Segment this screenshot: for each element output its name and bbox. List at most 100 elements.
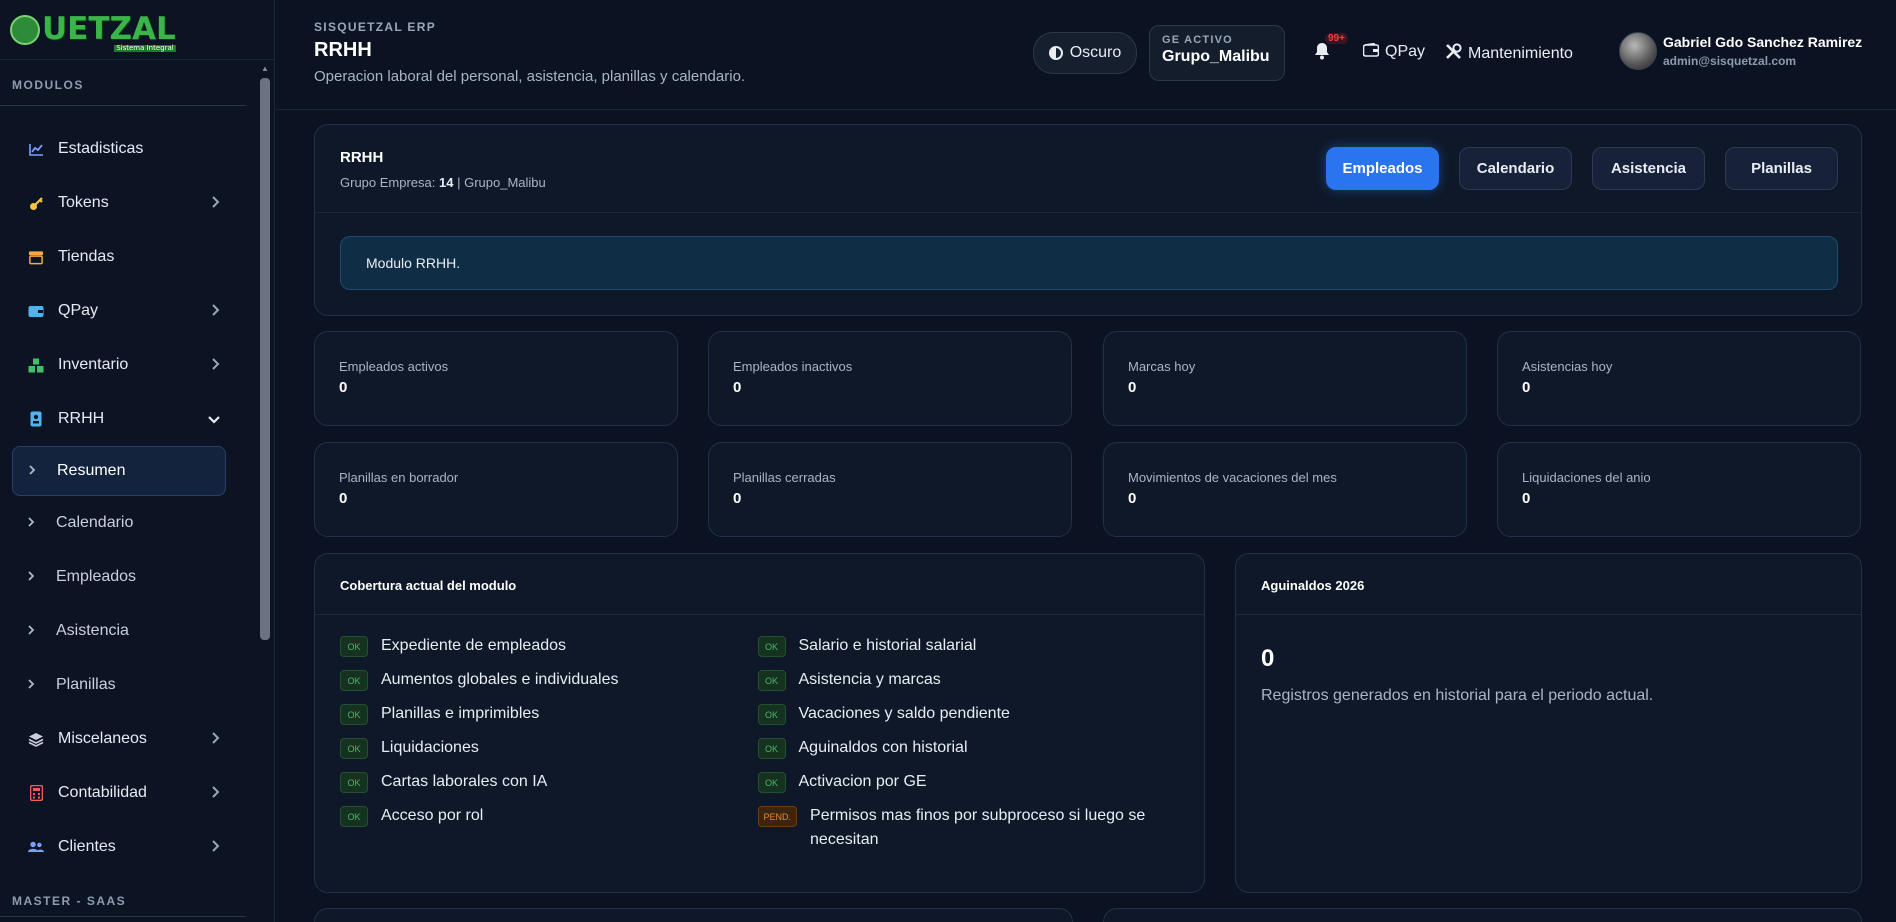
chevron-right-icon (212, 839, 220, 855)
sidebar-item-miscelaneos[interactable]: Miscelaneos (0, 712, 258, 766)
stat-value: 0 (339, 379, 348, 396)
top-header: SISQUETZAL ERP RRHH Operacion laboral de… (276, 0, 1896, 110)
stat-value: 0 (733, 379, 742, 396)
sidebar-menu: MODULOS Estadisticas Tokens Tiendas QPay Inv… (0, 60, 258, 922)
qpay-link[interactable]: QPay (1362, 42, 1425, 61)
coverage-item-text: Expediente de empleados (381, 637, 567, 654)
sidebar-subitem-label: Asistencia (56, 622, 129, 639)
stat-value: 0 (733, 490, 742, 507)
scroll-thumb[interactable] (260, 78, 270, 640)
group-id: 14 (439, 175, 454, 190)
sidebar-item-qpay[interactable]: QPay (0, 284, 258, 338)
bell-icon[interactable] (1314, 42, 1332, 60)
user-menu[interactable]: Gabriel Gdo Sanchez Ramirez admin@sisque… (1619, 32, 1862, 70)
status-badge: OK (340, 772, 368, 793)
active-group-selector[interactable]: GE ACTIVO Grupo_Malibu (1149, 25, 1285, 81)
sidebar-subitem-calendario[interactable]: Calendario (0, 496, 258, 550)
chevron-right-icon (212, 195, 220, 211)
coverage-item-text: Asistencia y marcas (798, 671, 941, 688)
status-badge: OK (757, 704, 786, 725)
stat-card: Liquidaciones del anio 0 (1497, 442, 1861, 537)
sidebar-subitem-planillas[interactable]: Planillas (0, 658, 258, 712)
users-icon (28, 839, 44, 855)
wallet-icon (1362, 42, 1380, 61)
status-badge: OK (340, 636, 368, 657)
status-badge: OK (757, 636, 786, 657)
sidebar-item-estadisticas[interactable]: Estadisticas (0, 122, 258, 176)
aguinaldos-card: Aguinaldos 2026 0 Registros generados en… (1235, 553, 1862, 893)
group-info: Grupo Empresa: 14 | Grupo_Malibu (340, 175, 546, 190)
tab-empleados[interactable]: Empleados (1326, 147, 1439, 190)
coverage-item: OK Vacaciones y saldo pendiente (757, 702, 1176, 736)
chevron-right-icon (28, 516, 44, 530)
stat-label: Planillas en borrador (339, 470, 459, 485)
coverage-item: OK Aumentos globales e individuales (340, 668, 758, 702)
coverage-item: OK Planillas e imprimibles (340, 702, 758, 736)
section-title-modules: MODULOS (0, 60, 246, 106)
section-title-master: MASTER - SAAS (0, 874, 246, 917)
status-badge: OK (340, 704, 368, 725)
page-subtitle: Operacion laboral del personal, asistenc… (314, 68, 746, 85)
coverage-item-text: Cartas laborales con IA (381, 773, 548, 790)
chevron-right-icon (212, 785, 220, 801)
chevron-right-icon (212, 731, 220, 747)
stat-label: Planillas cerradas (733, 470, 836, 485)
stat-label: Liquidaciones del anio (1522, 470, 1651, 485)
aguinaldos-title: Aguinaldos 2026 (1261, 578, 1365, 593)
coverage-column-right: OK Salario e historial salarial OK Asistenc… (757, 634, 1176, 852)
boxes-icon (28, 357, 44, 373)
scroll-up-icon[interactable]: ▲ (260, 64, 270, 74)
chevron-right-icon (212, 303, 220, 319)
group-prefix: Grupo Empresa: (340, 175, 436, 190)
chevron-right-icon (28, 570, 44, 584)
status-badge: OK (757, 738, 786, 759)
coverage-item-text: Aguinaldos con historial (798, 739, 968, 756)
tab-planillas[interactable]: Planillas (1725, 147, 1838, 190)
coverage-item: OK Asistencia y marcas (757, 668, 1176, 702)
stat-value: 0 (1522, 490, 1531, 507)
sidebar-item-tiendas[interactable]: Tiendas (0, 230, 258, 284)
sidebar-item-inventario[interactable]: Inventario (0, 338, 258, 392)
chevron-right-icon (28, 624, 44, 638)
notification-badge: 99+ (1325, 33, 1348, 44)
maintenance-link[interactable]: Mantenimiento (1445, 43, 1573, 64)
logo-text: UETZAL Sistema Integral (42, 11, 176, 52)
coverage-item: OK Salario e historial salarial (757, 634, 1176, 668)
key-icon (28, 195, 44, 211)
tools-icon (1445, 43, 1462, 64)
sidebar-scrollbar[interactable]: ▲ (260, 64, 270, 922)
stat-card: Planillas cerradas 0 (708, 442, 1072, 537)
sidebar-item-rrhh[interactable]: RRHH (0, 392, 258, 446)
sidebar-item-contabilidad[interactable]: Contabilidad (0, 766, 258, 820)
ge-value: Grupo_Malibu (1162, 48, 1270, 65)
theme-toggle-button[interactable]: Oscuro (1033, 32, 1137, 74)
sidebar-item-tokens[interactable]: Tokens (0, 176, 258, 230)
layers-icon (28, 731, 44, 747)
bottom-card-left (314, 908, 1073, 922)
stat-card: Asistencias hoy 0 (1497, 331, 1861, 426)
module-title: RRHH (340, 149, 384, 166)
stat-label: Marcas hoy (1128, 359, 1196, 374)
coverage-item: OK Cartas laborales con IA (340, 770, 758, 804)
sidebar-subitem-label: Calendario (56, 514, 134, 531)
sidebar-item-clientes[interactable]: Clientes (0, 820, 258, 874)
stat-label: Empleados activos (339, 359, 449, 374)
tab-asistencia[interactable]: Asistencia (1592, 147, 1705, 190)
logo[interactable]: UETZAL Sistema Integral (0, 0, 274, 60)
user-name: Gabriel Gdo Sanchez Ramirez (1663, 34, 1863, 50)
sidebar-item-label: RRHH (58, 410, 105, 427)
coverage-item-text: Planillas e imprimibles (381, 705, 540, 722)
sidebar-subitem-resumen[interactable]: Resumen (12, 446, 226, 496)
sidebar-subitem-asistencia[interactable]: Asistencia (0, 604, 258, 658)
status-badge: PEND. (757, 806, 798, 827)
calculator-icon (28, 785, 44, 801)
coverage-item-text: Liquidaciones (381, 739, 479, 756)
status-badge: OK (340, 806, 368, 827)
coverage-column-left: OK Expediente de empleados OK Aumentos glob… (340, 634, 758, 852)
aguinaldos-value: 0 (1261, 645, 1275, 672)
coverage-card: Cobertura actual del modulo OK Expediente… (314, 553, 1205, 893)
stat-label: Movimientos de vacaciones del mes (1128, 470, 1337, 485)
tab-calendario[interactable]: Calendario (1459, 147, 1572, 190)
theme-label: Oscuro (1069, 44, 1122, 61)
sidebar-subitem-empleados[interactable]: Empleados (0, 550, 258, 604)
